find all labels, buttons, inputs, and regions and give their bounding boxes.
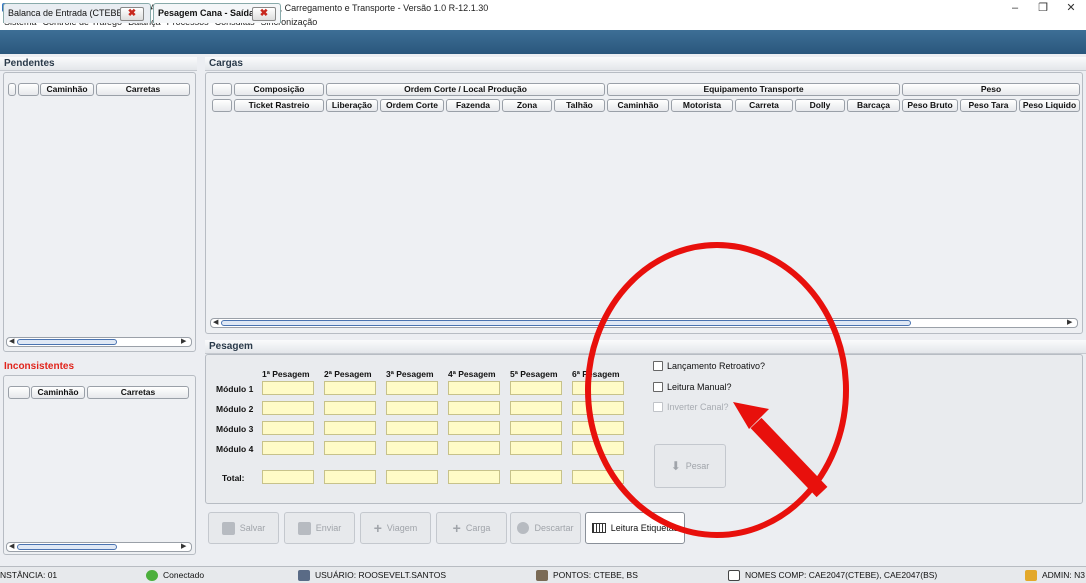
annotation-overlay [585, 242, 849, 538]
annotation-circle [585, 242, 849, 538]
annotation-arrow-shaft [750, 417, 828, 498]
